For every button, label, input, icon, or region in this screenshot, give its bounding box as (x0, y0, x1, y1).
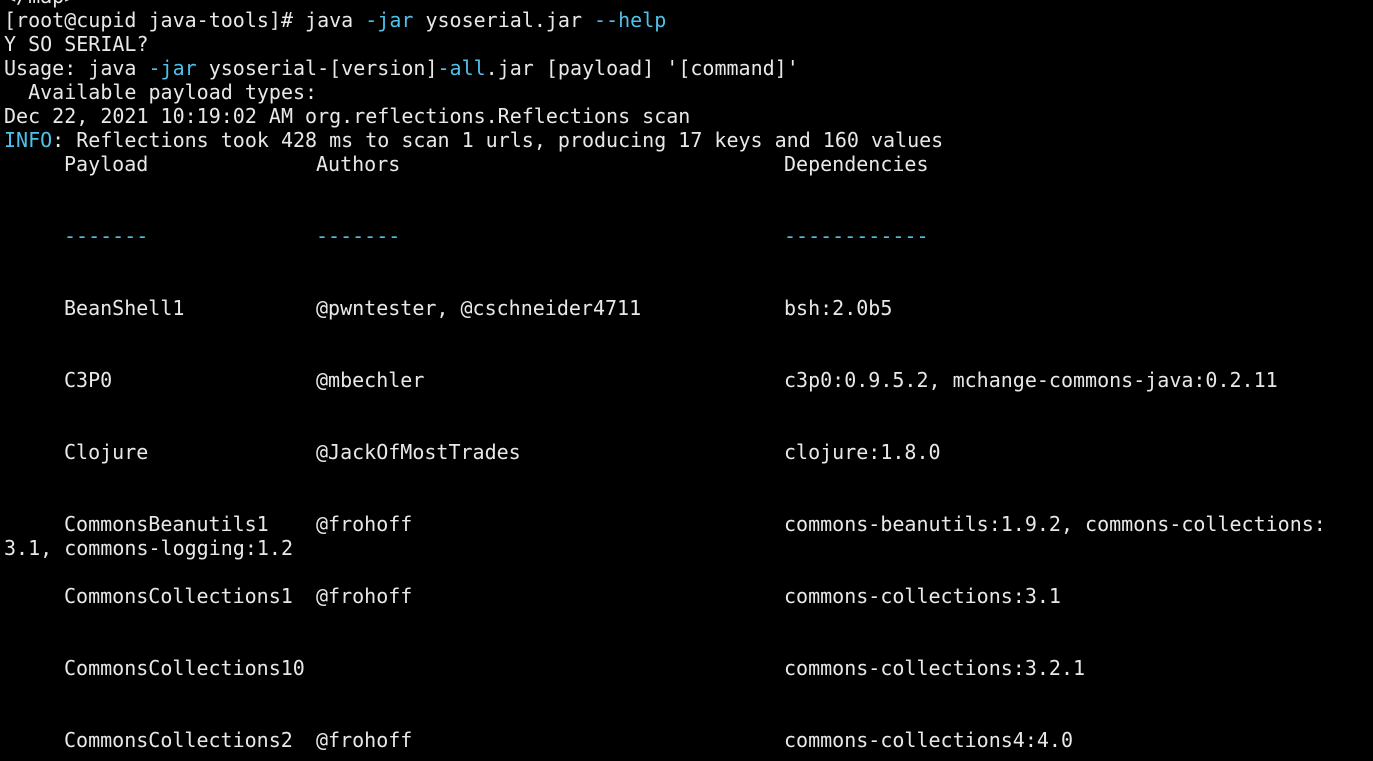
row-payload: BeanShell1 (64, 296, 185, 320)
separator-dependencies: ------------ (784, 224, 929, 248)
banner-line: Y SO SERIAL? (4, 32, 149, 56)
command-line: [root@cupid java-tools]# java -jar ysose… (4, 8, 666, 32)
row-dependencies-wrap: 3.1, commons-logging:1.2 (4, 536, 293, 560)
info-label: INFO (4, 128, 53, 152)
row-payload: CommonsCollections2 (64, 728, 293, 752)
row-authors: @JackOfMostTrades (316, 440, 521, 464)
row-dependencies: commons-beanutils:1.9.2, commons-collect… (784, 512, 1326, 536)
usage-prefix: Usage: java (4, 56, 149, 80)
row-authors: @frohoff (316, 512, 413, 536)
row-authors: @pwntester, @cschneider4711 (316, 296, 642, 320)
command-file: ysoserial.jar (413, 8, 595, 32)
command-flag-jar: -jar (365, 8, 414, 32)
row-payload: CommonsBeanutils1 (64, 512, 269, 536)
row-payload: CommonsCollections1 (64, 584, 293, 608)
partial-output-line: </map> (4, 0, 76, 8)
shell-prompt: [root@cupid java-tools]# (4, 8, 306, 32)
info-line: INFO: Reflections took 428 ms to scan 1 … (4, 128, 943, 152)
usage-middle: ysoserial-[version] (196, 56, 438, 80)
usage-flag-jar: -jar (148, 56, 197, 80)
row-authors: @mbechler (316, 368, 425, 392)
header-dependencies: Dependencies (784, 152, 929, 176)
header-authors: Authors (316, 152, 401, 176)
row-payload: CommonsCollections10 (64, 656, 305, 680)
log-date-line: Dec 22, 2021 10:19:02 AM org.reflections… (4, 104, 691, 128)
command-flag-help: --help (594, 8, 667, 32)
info-text: : Reflections took 428 ms to scan 1 urls… (52, 128, 944, 152)
row-dependencies: commons-collections:3.2.1 (784, 656, 1086, 680)
row-authors: @frohoff (316, 728, 413, 752)
separator-payload: ------- (64, 224, 149, 248)
header-payload: Payload (64, 152, 149, 176)
usage-line: Usage: java -jar ysoserial-[version]-all… (4, 56, 799, 80)
row-payload: C3P0 (64, 368, 113, 392)
row-authors: @frohoff (316, 584, 413, 608)
row-dependencies: clojure:1.8.0 (784, 440, 941, 464)
row-dependencies: commons-collections:3.1 (784, 584, 1061, 608)
row-payload: Clojure (64, 440, 149, 464)
row-dependencies: bsh:2.0b5 (784, 296, 893, 320)
separator-authors: ------- (316, 224, 401, 248)
row-dependencies: c3p0:0.9.5.2, mchange-commons-java:0.2.1… (784, 368, 1278, 392)
command-java: java (305, 8, 366, 32)
terminal-window[interactable]: </map> [root@cupid java-tools]# java -ja… (0, 0, 1373, 761)
usage-flag-all: -all (437, 56, 486, 80)
available-types-line: Available payload types: (4, 80, 318, 104)
row-dependencies: commons-collections4:4.0 (784, 728, 1073, 752)
usage-suffix: .jar [payload] '[command]' (485, 56, 799, 80)
